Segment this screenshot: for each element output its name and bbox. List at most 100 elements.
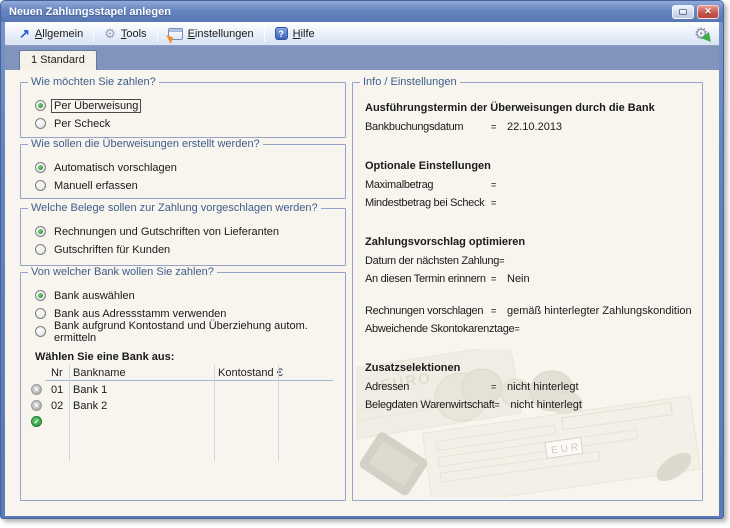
group-title: Welche Belege sollen zur Zahlung vorgesc… (28, 202, 321, 214)
tab-standard[interactable]: 1 Standard (19, 50, 97, 70)
row-spacer (365, 291, 694, 305)
table-header-underline (45, 380, 333, 381)
equals-icon: = (491, 274, 507, 284)
radio-per-scheck[interactable]: Per Scheck (35, 117, 345, 130)
equals-icon: = (491, 122, 507, 132)
radio-button-selected[interactable] (35, 162, 46, 173)
toolbar-label-hilfe: Hilfe (293, 28, 315, 40)
run-gear-button[interactable]: ⚙ (693, 25, 713, 43)
equals-icon: = (491, 180, 507, 190)
radio-rechnungen-lieferanten[interactable]: Rechnungen und Gutschriften von Lieferan… (35, 225, 345, 238)
radio-button[interactable] (35, 244, 46, 255)
equals-icon: = (494, 400, 510, 410)
exclude-bank-icon[interactable]: ✕ (31, 400, 42, 411)
radio-button-selected[interactable] (35, 100, 46, 111)
section-heading: Optionale Einstellungen (365, 160, 694, 172)
group-document-selection: Welche Belege sollen zur Zahlung vorgesc… (20, 208, 346, 266)
bank-row-nr[interactable]: 01 (51, 384, 63, 396)
info-value: nicht hinterlegt (507, 381, 694, 393)
radio-label[interactable]: Per Scheck (54, 118, 110, 130)
info-row: Belegdaten Warenwirtschaft = nicht hinte… (365, 399, 694, 411)
section-spacer (365, 146, 694, 160)
maximize-icon (679, 9, 687, 15)
radio-label[interactable]: Manuell erfassen (54, 180, 138, 192)
confirm-bank-icon[interactable]: ✓ (31, 416, 42, 427)
radio-button-selected[interactable] (35, 226, 46, 237)
dialog-window: Neuen Zahlungsstapel anlegen ✕ ↗ Allgeme… (0, 0, 724, 519)
window-title: Neuen Zahlungsstapel anlegen (9, 6, 171, 18)
radio-label[interactable]: Bank aufgrund Kontostand und Überziehung… (54, 320, 345, 344)
bank-table: Nr Bankname Kontostand € ✕ 01 Bank 1 ✕ 0… (29, 365, 335, 477)
column-header-kontostand: Kontostand € (218, 367, 283, 379)
info-label: Bankbuchungsdatum (365, 121, 491, 133)
toolbar-item-hilfe[interactable]: ? Hilfe (267, 24, 323, 44)
close-button[interactable]: ✕ (697, 5, 719, 19)
radio-button[interactable] (35, 180, 46, 191)
equals-icon: = (499, 256, 515, 266)
info-section-optionale-einstellungen: Optionale Einstellungen Maximalbetrag = … (365, 160, 694, 209)
info-label: Abweichende Skontokarenztage (365, 323, 514, 335)
radio-bank-automatisch[interactable]: Bank aufgrund Kontostand und Überziehung… (35, 325, 345, 338)
settings-window-icon (168, 28, 183, 40)
orange-arrow-icon (164, 35, 173, 44)
info-label: An diesen Termin erinnern (365, 273, 491, 285)
radio-label[interactable]: Bank auswählen (54, 290, 135, 302)
group-title: Von welcher Bank wollen Sie zahlen? (28, 266, 217, 278)
radio-label[interactable]: Automatisch vorschlagen (54, 162, 177, 174)
radio-label[interactable]: Bank aus Adressstamm verwenden (54, 308, 226, 320)
toolbar-item-tools[interactable]: ⚙ Tools (96, 24, 154, 44)
close-icon: ✕ (704, 6, 712, 17)
window-body: ↗ Allgemein ⚙ Tools Einstellungen ? Hilf… (5, 22, 719, 516)
exclude-bank-icon[interactable]: ✕ (31, 384, 42, 395)
radio-label[interactable]: Gutschriften für Kunden (54, 244, 170, 256)
radio-button[interactable] (35, 308, 46, 319)
radio-gutschriften-kunden[interactable]: Gutschriften für Kunden (35, 243, 345, 256)
toolbar-separator (93, 26, 94, 42)
column-divider (214, 365, 215, 461)
section-heading: Zusatzselektionen (365, 362, 694, 374)
radio-button[interactable] (35, 118, 46, 129)
group-creation-mode: Wie sollen die Überweisungen erstellt we… (20, 144, 346, 199)
column-divider (69, 365, 70, 461)
group-info-einstellungen: Info / Einstellungen Ausführungstermin d… (352, 82, 703, 501)
section-spacer (365, 222, 694, 236)
info-section-zahlungsvorschlag: Zahlungsvorschlag optimieren Datum der n… (365, 236, 694, 335)
bank-row-name[interactable]: Bank 1 (73, 384, 107, 396)
radio-button[interactable] (35, 326, 46, 337)
equals-icon: = (491, 306, 507, 316)
toolbar-item-einstellungen[interactable]: Einstellungen (160, 24, 262, 44)
radio-automatisch[interactable]: Automatisch vorschlagen (35, 161, 345, 174)
maximize-button[interactable] (672, 5, 694, 19)
radio-label[interactable]: Per Überweisung (52, 100, 140, 112)
info-value: nicht hinterlegt (510, 399, 694, 411)
info-row: Abweichende Skontokarenztage = (365, 323, 694, 335)
radio-manuell[interactable]: Manuell erfassen (35, 179, 345, 192)
info-label: Mindestbetrag bei Scheck (365, 197, 491, 209)
radio-label[interactable]: Rechnungen und Gutschriften von Lieferan… (54, 226, 279, 238)
column-header-bankname: Bankname (73, 367, 126, 379)
group-bank-selection: Von welcher Bank wollen Sie zahlen? Bank… (20, 272, 346, 501)
section-heading: Ausführungstermin der Überweisungen durc… (365, 102, 694, 114)
arrow-up-right-icon: ↗ (19, 27, 30, 40)
info-row: Datum der nächsten Zahlung = (365, 255, 694, 267)
info-value: 22.10.2013 (507, 121, 694, 133)
info-label: Adressen (365, 381, 491, 393)
info-row: Adressen = nicht hinterlegt (365, 381, 694, 393)
equals-icon: = (514, 324, 530, 334)
group-title: Wie sollen die Überweisungen erstellt we… (28, 138, 263, 150)
info-section-ausfuehrungstermin: Ausführungstermin der Überweisungen durc… (365, 102, 694, 133)
toolbar-label-allgemein: Allgemein (35, 28, 83, 40)
gears-icon: ⚙ (104, 27, 116, 40)
info-value: gemäß hinterlegter Zahlungskondition (507, 305, 694, 317)
radio-button-selected[interactable] (35, 290, 46, 301)
group-title: Wie möchten Sie zahlen? (28, 76, 159, 88)
bank-row-nr[interactable]: 02 (51, 400, 63, 412)
toolbar-item-allgemein[interactable]: ↗ Allgemein (11, 24, 91, 44)
radio-per-ueberweisung[interactable]: Per Überweisung (35, 99, 345, 112)
radio-bank-adressstamm[interactable]: Bank aus Adressstamm verwenden (35, 307, 345, 320)
radio-bank-auswaehlen[interactable]: Bank auswählen (35, 289, 345, 302)
bank-row-name[interactable]: Bank 2 (73, 400, 107, 412)
info-row: An diesen Termin erinnern = Nein (365, 273, 694, 285)
section-heading: Zahlungsvorschlag optimieren (365, 236, 694, 248)
toolbar-separator (157, 26, 158, 42)
